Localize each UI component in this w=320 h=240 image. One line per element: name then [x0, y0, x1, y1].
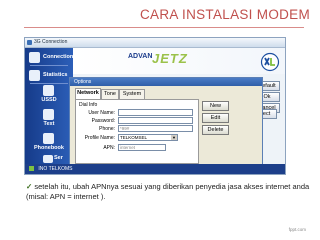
password-input[interactable]	[118, 117, 193, 124]
sms-icon	[43, 109, 54, 120]
dial-info-group-label: Dial Info	[79, 102, 98, 108]
user-name-input[interactable]	[118, 109, 193, 116]
profile-name-label: Profile Name:	[84, 135, 115, 141]
new-profile-button[interactable]: New	[202, 101, 229, 111]
sidebar-item-connection[interactable]: Connection	[28, 50, 74, 66]
advan-logo: ADVAN	[128, 53, 153, 60]
window-titlebar: 3G Connection	[25, 38, 285, 48]
password-label: Password:	[91, 118, 115, 124]
chevron-down-icon[interactable]: ▼	[171, 135, 177, 140]
sidebar-item-label: Phonebook	[34, 145, 64, 151]
slide-title: CARA INSTALASI MODEM	[140, 7, 311, 22]
brand-banner: ADVAN JETZ	[73, 48, 285, 74]
phonebook-icon	[43, 133, 54, 144]
apn-label: APN:	[103, 145, 115, 151]
app-icon	[27, 40, 32, 45]
sidebar-item-phonebook[interactable]: Phonebook	[28, 132, 70, 154]
status-bar: INO TELKOMS	[25, 164, 285, 174]
window-title: 3G Connection	[34, 39, 68, 45]
caption-text: setelah itu, ubah APNnya sesuai yang dib…	[26, 182, 310, 201]
tab-network[interactable]: Network	[75, 88, 101, 99]
phone-input[interactable]: *99#	[118, 125, 193, 132]
options-dialog: Options Network Tone System Dial Info Us…	[69, 77, 263, 174]
sidebar: Connection Statistics USSD Text Phoneboo…	[25, 48, 73, 174]
delete-profile-button[interactable]: Delete	[202, 125, 229, 135]
sidebar-item-ussd[interactable]: USSD	[28, 84, 70, 106]
connection-icon	[29, 52, 40, 63]
jetz-logo: JETZ	[152, 51, 188, 66]
tab-tone[interactable]: Tone	[101, 89, 119, 99]
title-divider	[24, 27, 304, 28]
sidebar-item-text[interactable]: Text	[28, 108, 70, 130]
network-tab-panel: Dial Info User Name: Password: Phone: *9…	[75, 99, 199, 164]
user-name-label: User Name:	[88, 110, 115, 116]
sidebar-item-label: Text	[43, 121, 55, 127]
dialog-title: Options	[70, 78, 262, 86]
sidebar-item-statistics[interactable]: Statistics	[28, 68, 70, 84]
phone-label: Phone:	[99, 126, 115, 132]
ussd-icon	[43, 85, 54, 96]
slide-caption: ✓ setelah itu, ubah APNnya sesuai yang d…	[26, 182, 310, 202]
sidebar-item-label: Ser	[54, 155, 63, 161]
profile-name-select[interactable]: TELKOMSEL ▼	[118, 134, 178, 141]
apn-input[interactable]: internet	[118, 144, 166, 151]
network-operator-status: INO TELKOMS	[38, 166, 73, 172]
profile-name-value: TELKOMSEL	[120, 135, 148, 140]
footer-brand: fppt.com	[288, 227, 306, 232]
statistics-icon	[29, 70, 40, 81]
xl-logo-icon	[260, 52, 280, 72]
tab-system[interactable]: System	[119, 89, 145, 99]
modem-app-window: 3G Connection Connection Statistics USSD…	[24, 37, 286, 175]
checkmark-icon: ✓	[26, 182, 33, 191]
signal-icon	[29, 166, 34, 172]
sidebar-item-label: Connection	[43, 54, 74, 60]
sidebar-item-label: Statistics	[43, 72, 68, 78]
sidebar-item-label: USSD	[41, 97, 57, 103]
edit-profile-button[interactable]: Edit	[202, 113, 229, 123]
settings-icon	[43, 155, 53, 163]
